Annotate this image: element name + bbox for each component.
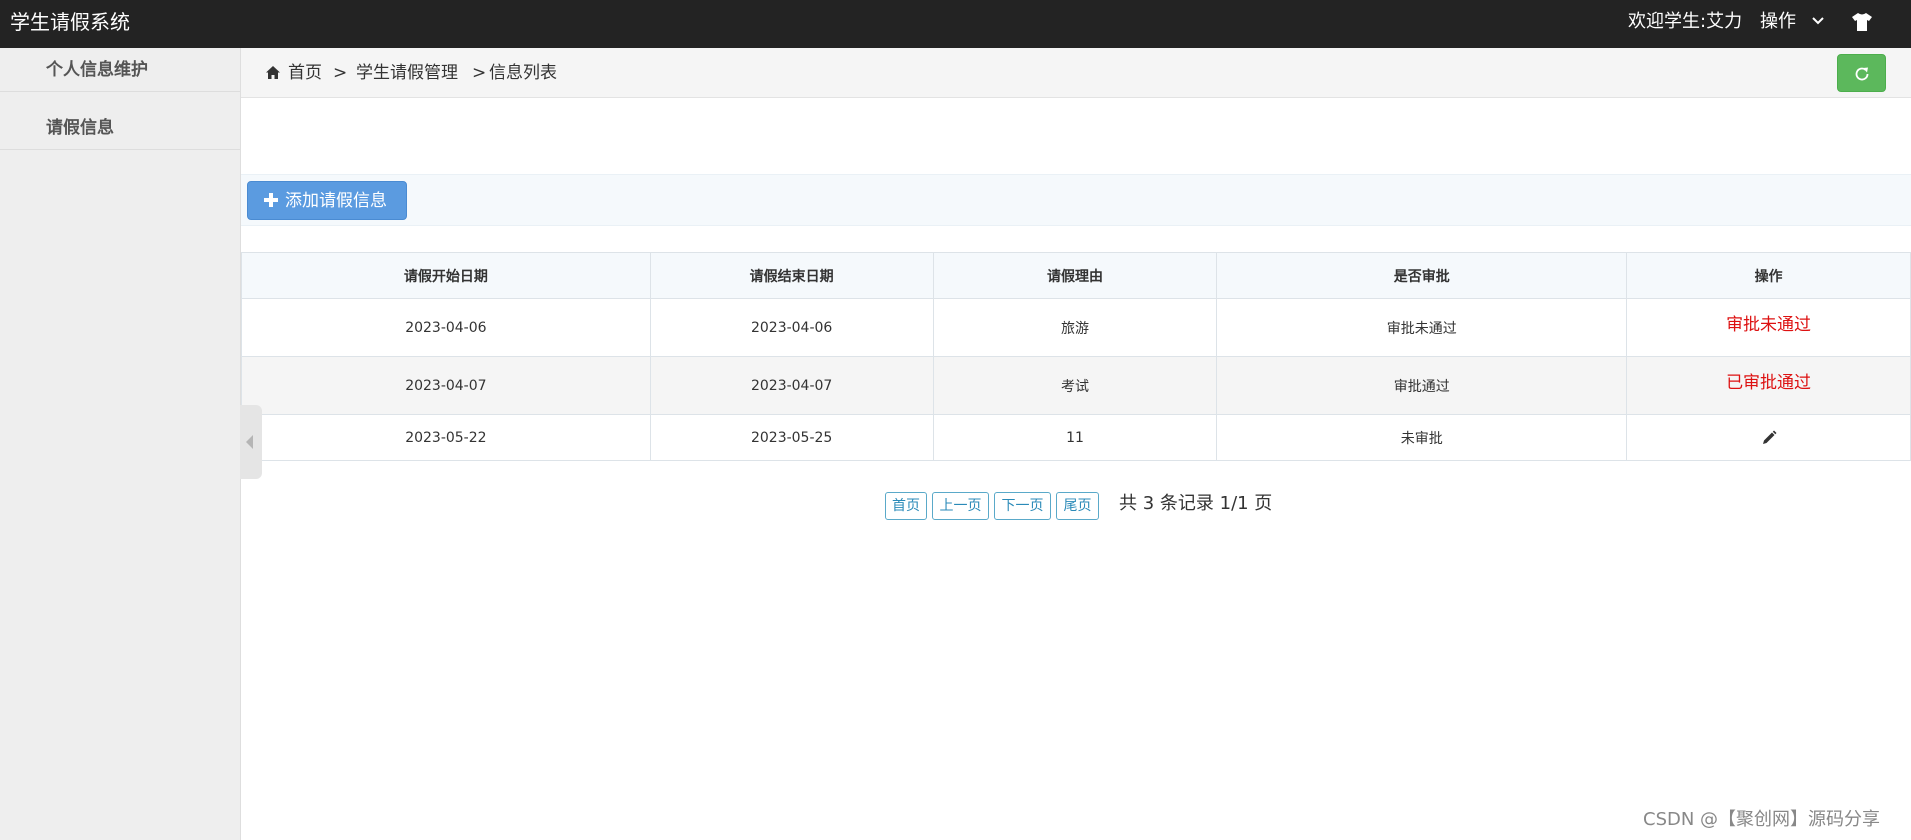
sidebar-item-label: 请假信息	[46, 118, 114, 138]
chevron-down-icon[interactable]	[1810, 13, 1826, 29]
breadcrumb-section[interactable]: 学生请假管理	[356, 62, 458, 84]
reason-cell: 11	[932, 414, 1218, 461]
refresh-icon	[1855, 67, 1869, 81]
page-prev-button[interactable]: 上一页	[932, 492, 989, 520]
caret-left-icon	[246, 435, 253, 449]
breadcrumb-home[interactable]: 首页	[288, 62, 322, 84]
sidebar-item-leave-info[interactable]: 请假信息	[0, 106, 240, 150]
page-next-button[interactable]: 下一页	[994, 492, 1051, 520]
add-leave-label: 添加请假信息	[285, 191, 387, 211]
action-cell: 已审批通过	[1626, 356, 1911, 415]
approval-action-link[interactable]: 已审批通过	[1726, 373, 1811, 393]
sidebar-collapse-handle[interactable]	[240, 405, 262, 479]
add-leave-button[interactable]: 添加请假信息	[247, 181, 407, 220]
refresh-button[interactable]	[1837, 54, 1886, 92]
reason-cell: 旅游	[932, 298, 1218, 357]
leave-table: 请假开始日期 请假结束日期 请假理由 是否审批 操作 2023-04-06 20…	[241, 252, 1911, 461]
table-row: 2023-04-06 2023-04-06 旅游 审批未通过 审批未通过	[241, 298, 1911, 357]
tshirt-icon[interactable]	[1851, 12, 1873, 32]
breadcrumb-separator: >	[472, 63, 487, 83]
column-header: 是否审批	[1216, 252, 1628, 299]
table-row: 2023-05-22 2023-05-25 11 未审批	[241, 414, 1911, 461]
end-date-cell: 2023-05-25	[649, 414, 934, 461]
approval-action-link[interactable]: 审批未通过	[1726, 315, 1811, 335]
end-date-cell: 2023-04-06	[649, 298, 934, 357]
start-date-cell: 2023-04-06	[241, 298, 651, 357]
column-header: 请假理由	[932, 252, 1218, 299]
table-row: 2023-04-07 2023-04-07 考试 审批通过 已审批通过	[241, 356, 1911, 415]
pagination-info: 共 3 条记录 1/1 页	[1119, 493, 1273, 514]
sidebar-item-label: 个人信息维护	[46, 60, 148, 80]
watermark: CSDN @【聚创网】源码分享	[1643, 809, 1881, 830]
breadcrumb: 首页 > 学生请假管理 > 信息列表	[241, 48, 1911, 98]
sidebar-item-profile[interactable]: 个人信息维护	[0, 48, 240, 92]
toolbar: 添加请假信息	[241, 174, 1911, 226]
end-date-cell: 2023-04-07	[649, 356, 934, 415]
start-date-cell: 2023-04-07	[241, 356, 651, 415]
home-icon	[266, 66, 280, 79]
action-cell	[1626, 414, 1911, 461]
operations-menu[interactable]: 操作	[1760, 10, 1796, 34]
column-header: 操作	[1626, 252, 1911, 299]
top-navbar: 学生请假系统 欢迎学生:艾力 操作	[0, 0, 1911, 48]
breadcrumb-current: 信息列表	[489, 63, 557, 83]
approval-status-cell: 审批未通过	[1216, 298, 1628, 357]
column-header: 请假结束日期	[649, 252, 934, 299]
sidebar: 个人信息维护 请假信息	[0, 48, 241, 840]
pencil-icon[interactable]	[1761, 430, 1777, 446]
start-date-cell: 2023-05-22	[241, 414, 651, 461]
approval-status-cell: 审批通过	[1216, 356, 1628, 415]
page-last-button[interactable]: 尾页	[1056, 492, 1099, 520]
plus-icon	[264, 193, 278, 207]
action-cell: 审批未通过	[1626, 298, 1911, 357]
page-first-button[interactable]: 首页	[885, 492, 927, 520]
app-title: 学生请假系统	[10, 10, 130, 34]
table-header-row: 请假开始日期 请假结束日期 请假理由 是否审批 操作	[241, 252, 1911, 299]
breadcrumb-separator: >	[333, 63, 348, 83]
approval-status-cell: 未审批	[1216, 414, 1628, 461]
welcome-text: 欢迎学生:艾力	[1628, 11, 1743, 32]
column-header: 请假开始日期	[241, 252, 651, 299]
reason-cell: 考试	[932, 356, 1218, 415]
